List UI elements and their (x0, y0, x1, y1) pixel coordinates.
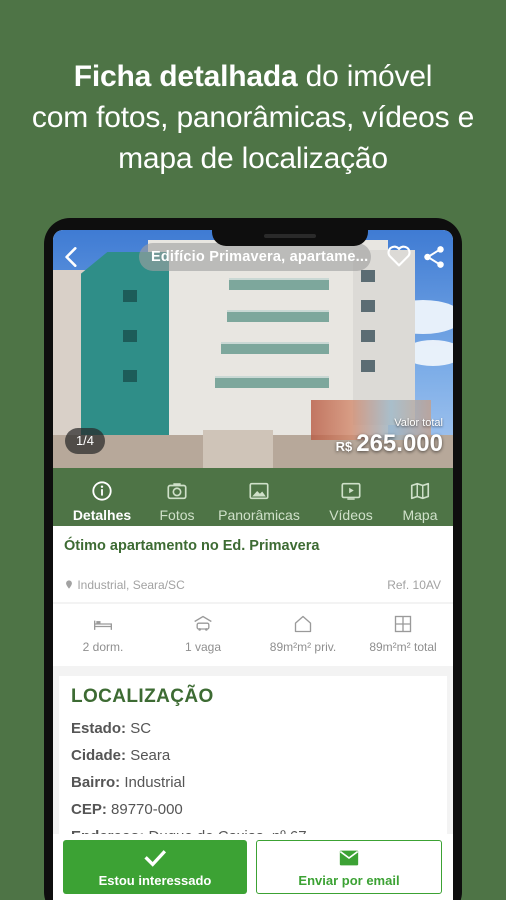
location-pin-icon (66, 580, 72, 589)
tab-panoramicas[interactable]: Panorâmicas (203, 468, 315, 526)
price-currency: R$ (335, 439, 353, 454)
app-screen: Edifício Primavera, apartame... 1/4 Valo… (53, 230, 453, 900)
reference-code: Ref. 10AV (387, 578, 441, 592)
send-email-button[interactable]: Enviar por email (256, 840, 442, 894)
features-row: 2 dorm. 1 vaga 89m²m² priv. 89m²m² total (53, 604, 453, 666)
feature-private-area: 89m²m² priv. (253, 604, 353, 666)
detail-tabs: Detalhes Fotos Panorâmicas Vídeos Mapa (53, 468, 453, 526)
tab-fotos[interactable]: Fotos (151, 468, 203, 526)
house-icon (294, 615, 312, 633)
bed-icon (94, 620, 112, 630)
map-icon (410, 482, 430, 500)
favorite-heart-icon[interactable] (385, 242, 413, 270)
email-icon (339, 850, 359, 865)
row-key: Cidade: (71, 747, 127, 764)
headline-line2: com fotos, panorâmicas, vídeos e (31, 101, 475, 134)
tab-label: Detalhes (72, 507, 132, 523)
location-row-zip: CEP: 89770-000 (71, 801, 183, 818)
row-key: Estado: (71, 720, 127, 737)
headline-line3: mapa de localização (118, 142, 388, 175)
tab-label: Panorâmicas (218, 507, 300, 523)
image-icon (249, 482, 269, 500)
row-key: CEP: (71, 801, 107, 818)
feature-label: 1 vaga (184, 640, 222, 654)
price-value: 265.000 (356, 430, 443, 457)
back-arrow-icon[interactable] (59, 244, 85, 270)
camera-icon (167, 483, 187, 500)
tab-label: Fotos (159, 507, 195, 523)
location-row-state: Estado: SC (71, 720, 151, 737)
location-text: Industrial, Seara/SC (77, 578, 185, 592)
tab-label: Mapa (402, 507, 438, 523)
car-icon (194, 615, 212, 631)
info-icon (92, 481, 112, 501)
interested-button[interactable]: Estou interessado (63, 840, 247, 894)
photo-counter: 1/4 (65, 428, 105, 454)
listing-title: Ótimo apartamento no Ed. Primavera (64, 538, 320, 554)
property-title-pill: Edifício Primavera, apartame... (139, 243, 371, 271)
tab-detalhes[interactable]: Detalhes (53, 468, 151, 526)
listing-location: Industrial, Seara/SC (64, 578, 185, 592)
floorplan-icon (394, 615, 412, 633)
listing-header: Ótimo apartamento no Ed. Primavera Indus… (53, 526, 453, 602)
feature-bedrooms: 2 dorm. (53, 604, 153, 666)
headline-line1: do imóvel (297, 60, 433, 93)
feature-label: 2 dorm. (82, 640, 124, 654)
send-email-label: Enviar por email (298, 872, 400, 888)
feature-label: 89m²m² total (369, 640, 437, 654)
row-value: Seara (130, 747, 171, 764)
video-icon (341, 482, 361, 500)
interested-label: Estou interessado (98, 872, 212, 888)
tab-label: Vídeos (329, 507, 373, 523)
price: R$ 265.000 (336, 430, 443, 458)
property-photo[interactable]: Edifício Primavera, apartame... 1/4 Valo… (53, 230, 453, 468)
location-row-city: Cidade: Seara (71, 747, 170, 764)
feature-total-area: 89m²m² total (353, 604, 453, 666)
row-value: Industrial (124, 774, 186, 791)
row-value: SC (130, 720, 152, 737)
checkmark-icon (144, 849, 167, 867)
location-section-title: LOCALIZAÇÃO (71, 686, 214, 707)
row-value: 89770-000 (111, 801, 183, 818)
row-key: Bairro: (71, 774, 121, 791)
price-label: Valor total (394, 417, 443, 429)
action-bar: Estou interessado Enviar por email (53, 834, 453, 900)
tab-videos[interactable]: Vídeos (315, 468, 387, 526)
location-row-neighborhood: Bairro: Industrial (71, 774, 185, 791)
promo-headline: Ficha detalhada do imóvel com fotos, pan… (0, 56, 506, 179)
headline-bold: Ficha detalhada (73, 60, 298, 93)
tab-mapa[interactable]: Mapa (387, 468, 453, 526)
feature-label: 89m²m² priv. (269, 640, 337, 654)
share-icon[interactable] (421, 243, 447, 271)
phone-notch (212, 218, 368, 246)
feature-parking: 1 vaga (153, 604, 253, 666)
